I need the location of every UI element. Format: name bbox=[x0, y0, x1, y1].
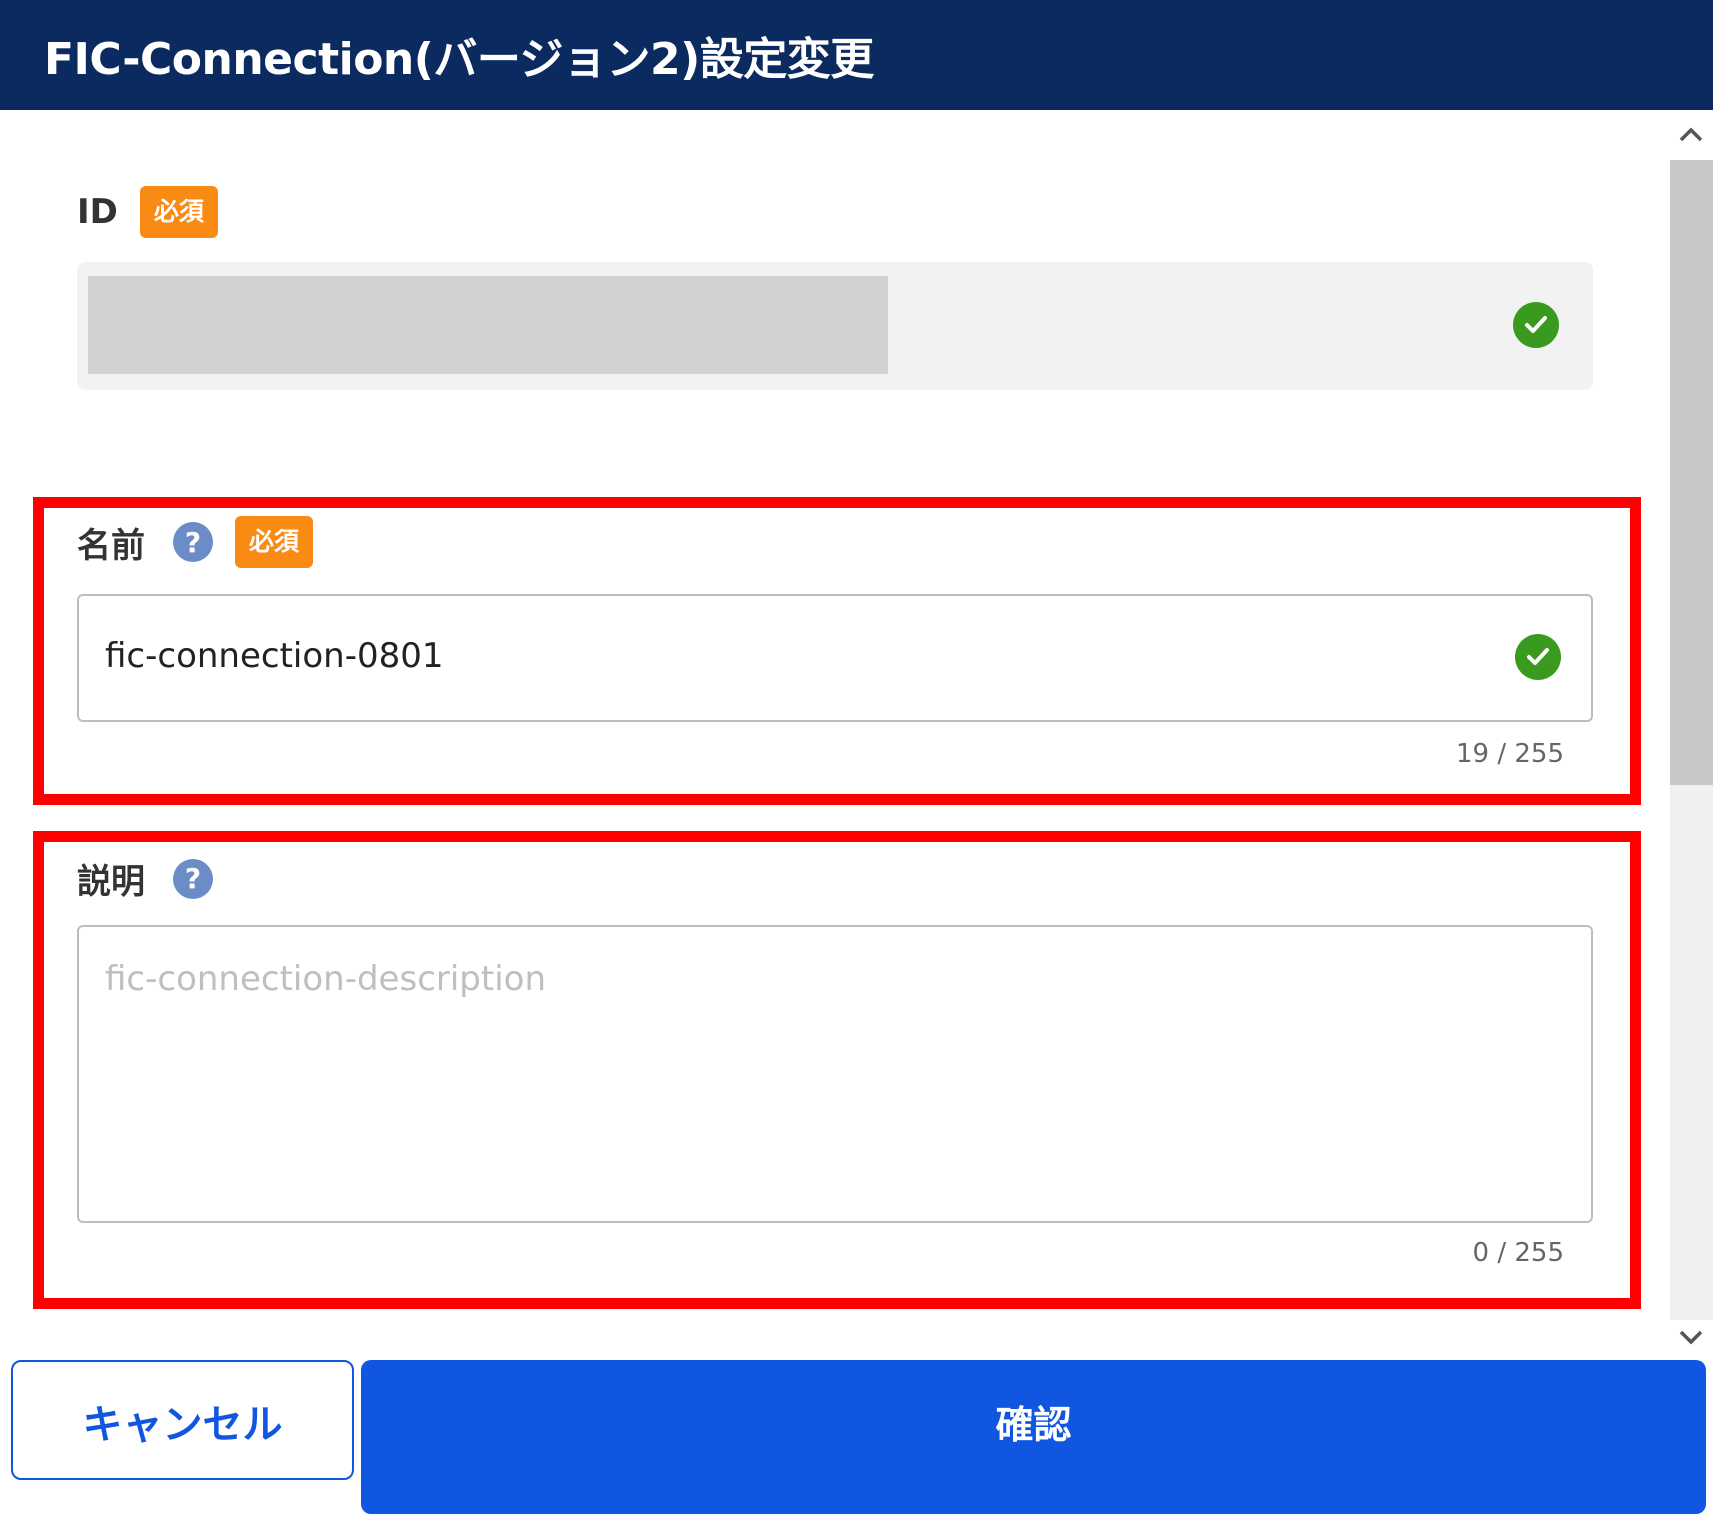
scroll-thumb[interactable] bbox=[1670, 160, 1713, 785]
name-char-counter: 19 / 255 bbox=[1456, 739, 1564, 769]
id-field bbox=[77, 262, 1593, 390]
name-input-value: fic-connection-0801 bbox=[105, 636, 444, 676]
name-label-row: 名前 ? 必須 bbox=[77, 516, 314, 568]
id-label-row: ID 必須 bbox=[77, 186, 218, 238]
dialog-header: FIC-Connection(バージョン2)設定変更 bbox=[0, 0, 1713, 110]
required-badge: 必須 bbox=[235, 516, 314, 568]
dialog-body: ID 必須 名前 ? 必須 fic-connection-0801 19 / 2… bbox=[0, 110, 1670, 1360]
check-circle-icon bbox=[1513, 302, 1559, 348]
scrollbar[interactable] bbox=[1670, 110, 1713, 1360]
scroll-down-icon[interactable] bbox=[1674, 1320, 1708, 1354]
confirm-button[interactable]: 確認 bbox=[361, 1360, 1706, 1514]
description-textarea[interactable]: fic-connection-description bbox=[77, 925, 1593, 1223]
required-badge: 必須 bbox=[139, 186, 218, 238]
check-circle-icon bbox=[1515, 634, 1561, 680]
name-label: 名前 bbox=[77, 525, 145, 566]
id-value-redacted bbox=[88, 276, 888, 374]
scroll-up-icon[interactable] bbox=[1674, 118, 1708, 152]
help-icon[interactable]: ? bbox=[173, 522, 213, 562]
description-label: 説明 bbox=[77, 862, 145, 902]
scroll-track[interactable] bbox=[1670, 785, 1713, 1320]
description-label-row: 説明 ? bbox=[77, 854, 213, 903]
description-placeholder: fic-connection-description bbox=[105, 959, 547, 999]
dialog-title: FIC-Connection(バージョン2)設定変更 bbox=[44, 34, 874, 85]
name-input[interactable]: fic-connection-0801 bbox=[77, 594, 1593, 722]
description-char-counter: 0 / 255 bbox=[1472, 1238, 1564, 1268]
id-label: ID bbox=[77, 192, 118, 232]
cancel-button[interactable]: キャンセル bbox=[11, 1360, 354, 1480]
help-icon[interactable]: ? bbox=[173, 858, 213, 899]
